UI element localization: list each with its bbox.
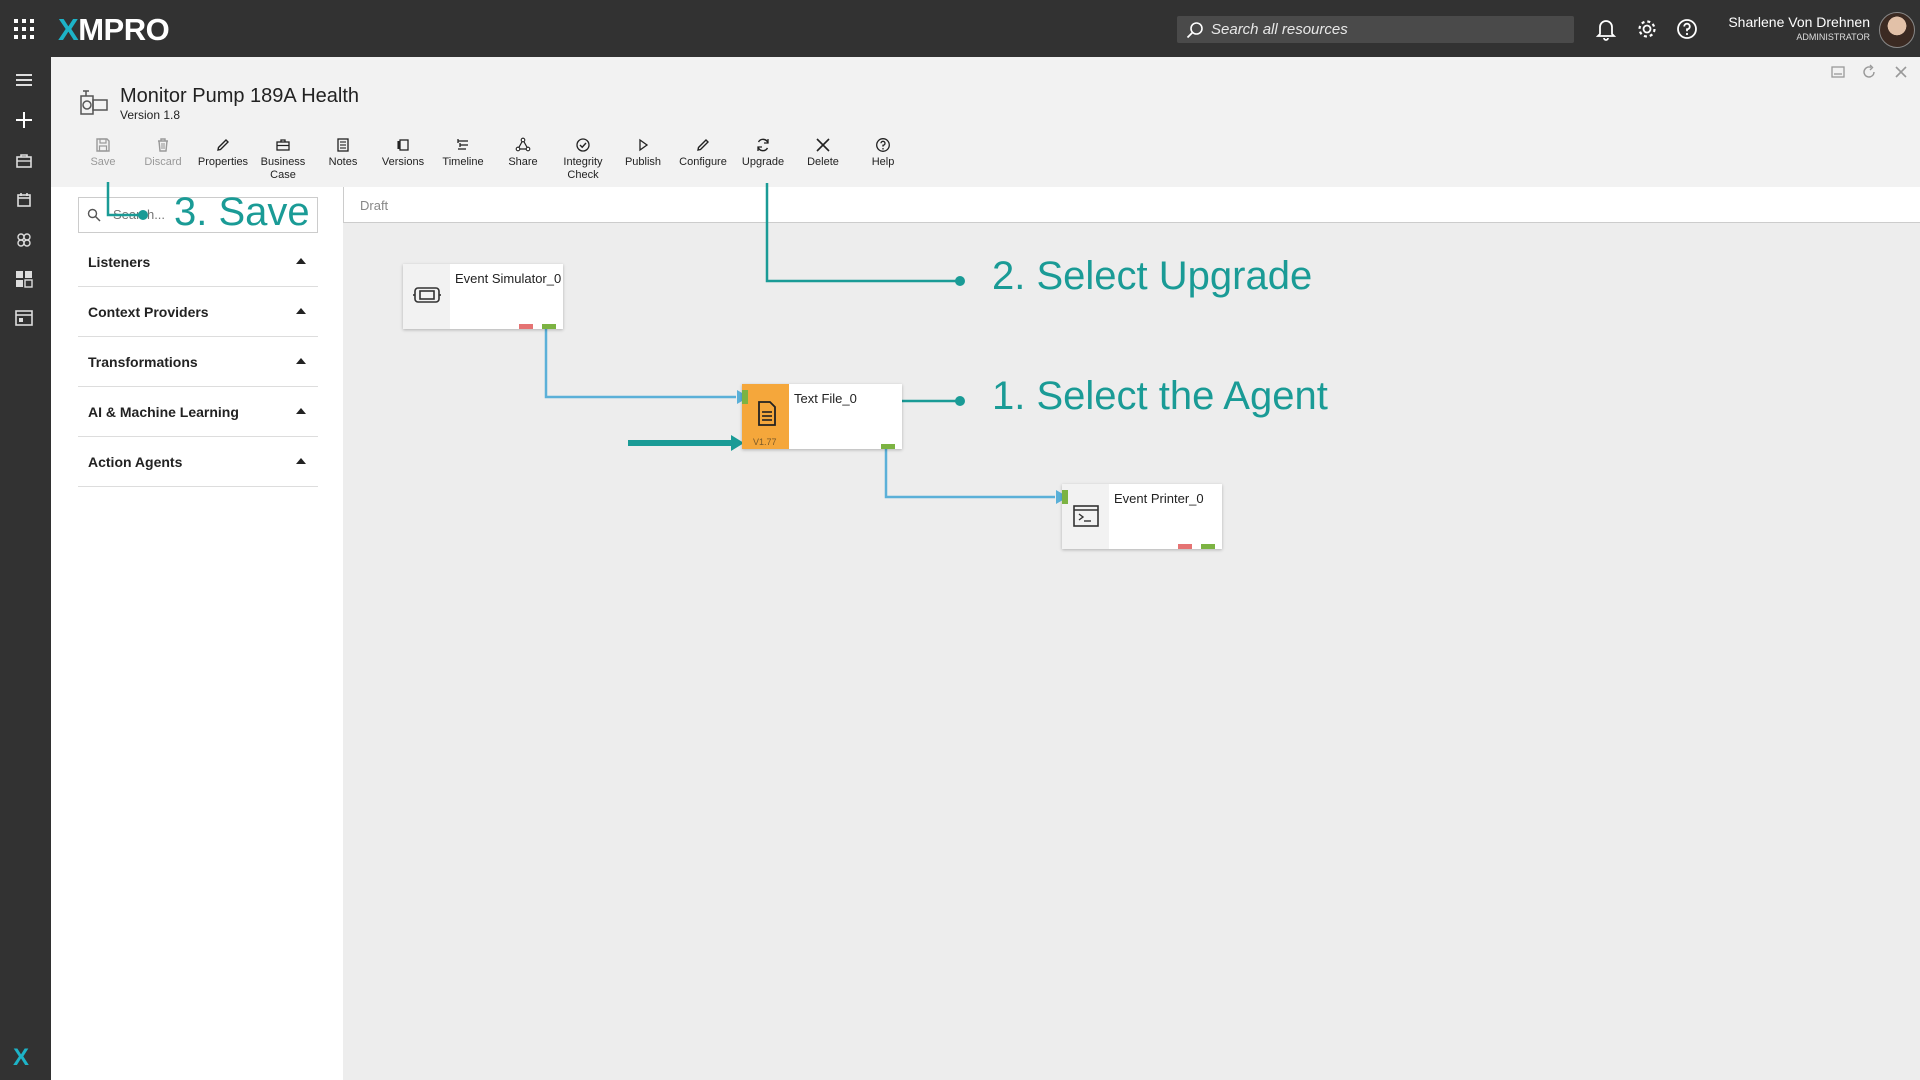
agent-name: Event Printer_0 — [1114, 491, 1204, 506]
agent-name: Text File_0 — [794, 391, 857, 406]
agent-event-simulator[interactable]: Event Simulator_0 — [403, 264, 563, 329]
output-port[interactable] — [542, 324, 556, 329]
simulator-icon — [413, 287, 441, 303]
callout-select-agent: 1. Select the Agent — [992, 374, 1328, 418]
agent-name: Event Simulator_0 — [455, 271, 562, 286]
callout-select-upgrade: 2. Select Upgrade — [992, 254, 1313, 298]
agent-text-file[interactable]: V1.77 Text File_0 — [742, 384, 902, 449]
output-port[interactable] — [881, 444, 895, 449]
save-callout-line — [106, 182, 143, 217]
callout-save: 3. Save — [174, 190, 310, 234]
terminal-icon — [1073, 505, 1099, 527]
error-port[interactable] — [1178, 544, 1192, 549]
annotation-overlay — [106, 182, 1068, 504]
input-port[interactable] — [1062, 490, 1068, 504]
agent-version: V1.77 — [753, 437, 777, 447]
upgrade-callout-line — [765, 183, 960, 283]
input-port[interactable] — [742, 390, 748, 404]
output-port[interactable] — [1201, 544, 1215, 549]
agent-event-printer[interactable]: Event Printer_0 — [1062, 484, 1222, 549]
document-icon — [758, 401, 776, 426]
error-port[interactable] — [519, 324, 533, 329]
